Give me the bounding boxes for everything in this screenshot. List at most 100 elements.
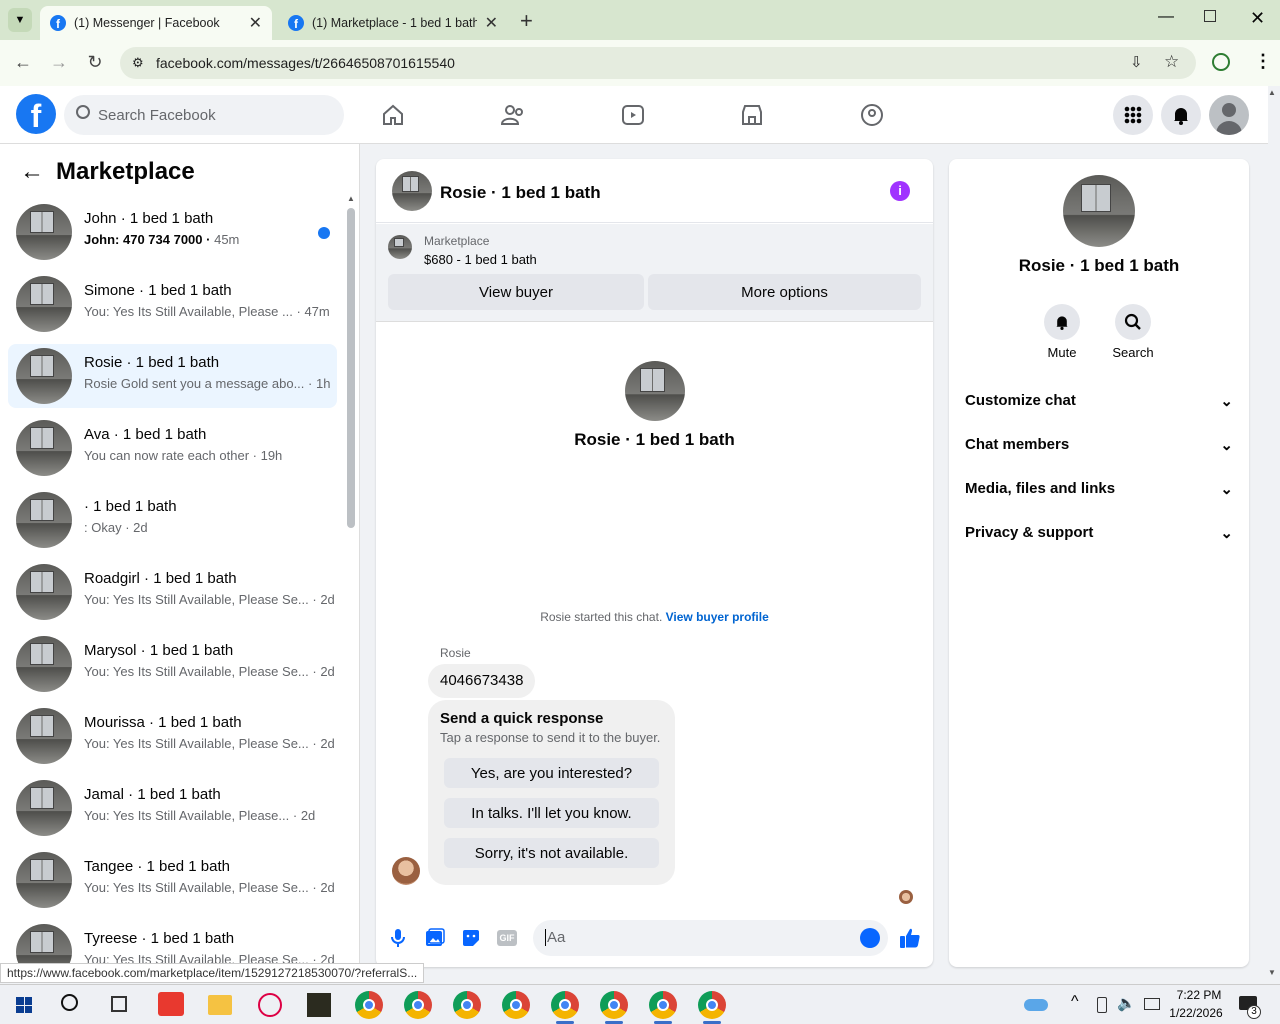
chrome-icon[interactable]: [355, 991, 383, 1019]
photo-icon[interactable]: [425, 928, 445, 953]
menu-grid-icon[interactable]: [1113, 95, 1153, 135]
emoji-icon[interactable]: [860, 928, 880, 948]
clock-date[interactable]: 1/22/2026: [1166, 1006, 1226, 1020]
video-icon[interactable]: [618, 100, 648, 130]
file-explorer-icon[interactable]: [208, 995, 232, 1015]
close-tab-icon[interactable]: ✕: [485, 13, 498, 33]
friends-icon[interactable]: [498, 100, 528, 130]
quick-response-yes-button[interactable]: Yes, are you interested?: [444, 758, 659, 788]
page-scroll-down-icon[interactable]: ▼: [1268, 968, 1276, 977]
menu-kebab-icon[interactable]: ⋮: [1254, 51, 1272, 72]
list-item[interactable]: Tangee · 1 bed 1 bath You: Yes Its Still …: [8, 848, 337, 912]
url-field[interactable]: ⚙ facebook.com/messages/t/26646508701615…: [120, 47, 1196, 79]
show-hidden-icons-chevron-icon[interactable]: ^: [1071, 993, 1079, 1011]
facebook-logo-icon[interactable]: f: [16, 94, 56, 134]
like-thumbs-up-icon[interactable]: [899, 927, 921, 954]
install-app-icon[interactable]: ⇩: [1130, 53, 1143, 71]
search-in-chat-button[interactable]: [1115, 304, 1151, 340]
view-buyer-profile-link[interactable]: View buyer profile: [666, 610, 769, 624]
reload-icon[interactable]: ↻: [84, 52, 106, 73]
marketplace-icon[interactable]: [737, 100, 767, 130]
network-icon[interactable]: [1144, 998, 1160, 1010]
list-item[interactable]: Jamal · 1 bed 1 bath You: Yes Its Still A…: [8, 776, 337, 840]
scrollbar[interactable]: [347, 208, 355, 528]
list-item[interactable]: · 1 bed 1 bath: Okay · 2d: [8, 488, 337, 552]
close-tab-icon[interactable]: ✕: [249, 13, 262, 33]
tab-search-button[interactable]: ▼: [8, 8, 32, 32]
restore-icon[interactable]: [1204, 10, 1216, 22]
chrome-icon[interactable]: [600, 991, 628, 1019]
avatar[interactable]: [625, 361, 685, 421]
bookmark-star-icon[interactable]: ☆: [1164, 52, 1179, 72]
chat-title[interactable]: Rosie · 1 bed 1 bath: [440, 183, 601, 203]
search-input[interactable]: Search Facebook: [64, 95, 344, 135]
more-options-button[interactable]: More options: [648, 274, 921, 310]
conversation-name: Ava · 1 bed 1 bath: [84, 426, 207, 443]
search-icon[interactable]: [61, 994, 78, 1011]
conversation-time: 2d: [133, 520, 148, 535]
listing-thumbnail: [16, 492, 72, 548]
customize-chat-section[interactable]: Customize chat ⌄: [965, 392, 1233, 410]
avatar[interactable]: [1209, 95, 1249, 135]
facebook-favicon-icon: f: [288, 15, 304, 31]
list-item[interactable]: Simone · 1 bed 1 bath You: Yes Its Still …: [8, 272, 337, 336]
site-info-icon[interactable]: ⚙: [132, 55, 144, 71]
task-view-icon[interactable]: [111, 996, 127, 1012]
new-tab-icon[interactable]: +: [520, 8, 533, 34]
chrome-icon[interactable]: [551, 991, 579, 1019]
list-item[interactable]: Ava · 1 bed 1 bath You can now rate each …: [8, 416, 337, 480]
tab-messenger[interactable]: f (1) Messenger | Facebook ✕: [40, 6, 272, 40]
clock-time[interactable]: 7:22 PM: [1172, 988, 1226, 1002]
windows-start-icon[interactable]: [16, 997, 32, 1013]
scroll-up-icon[interactable]: ▲: [347, 194, 355, 203]
sticker-icon[interactable]: [461, 928, 481, 953]
info-icon[interactable]: i: [890, 181, 910, 201]
profile-icon[interactable]: [1212, 53, 1230, 71]
quick-response-talks-button[interactable]: In talks. I'll let you know.: [444, 798, 659, 828]
anydesk-icon[interactable]: [158, 992, 184, 1016]
sender-avatar[interactable]: [392, 857, 420, 885]
mute-button[interactable]: [1044, 304, 1080, 340]
view-buyer-button[interactable]: View buyer: [388, 274, 644, 310]
snippet-text: You: Yes Its Still Available, Please Se.…: [84, 664, 309, 679]
listing-title[interactable]: $680 - 1 bed 1 bath: [424, 252, 537, 267]
quick-response-unavailable-button[interactable]: Sorry, it's not available.: [444, 838, 659, 868]
listing-thumbnail[interactable]: [388, 235, 412, 259]
gif-icon[interactable]: GIF: [497, 930, 517, 946]
close-window-icon[interactable]: ✕: [1250, 8, 1265, 29]
list-item[interactable]: Rosie · 1 bed 1 bath Rosie Gold sent you …: [8, 344, 337, 408]
page-scroll-up-icon[interactable]: ▲: [1268, 88, 1276, 97]
onedrive-cloud-icon[interactable]: [1024, 999, 1048, 1011]
mute-label: Mute: [1047, 345, 1077, 360]
avatar[interactable]: [1063, 175, 1135, 247]
chrome-icon[interactable]: [502, 991, 530, 1019]
chrome-icon[interactable]: [649, 991, 677, 1019]
back-arrow-icon[interactable]: ←: [20, 158, 44, 186]
sticky-notes-icon[interactable]: [307, 993, 331, 1017]
media-files-links-section[interactable]: Media, files and links ⌄: [965, 480, 1233, 498]
home-icon[interactable]: [378, 100, 408, 130]
back-icon[interactable]: ←: [12, 52, 34, 73]
minimize-icon[interactable]: —: [1158, 8, 1174, 26]
list-item[interactable]: Marysol · 1 bed 1 bath You: Yes Its Still…: [8, 632, 337, 696]
message-bubble[interactable]: 4046673438: [428, 664, 536, 698]
chrome-icon[interactable]: [404, 991, 432, 1019]
volume-icon[interactable]: 🔈: [1117, 994, 1136, 1012]
chat-members-section[interactable]: Chat members ⌄: [965, 436, 1233, 454]
message-input[interactable]: Aa: [533, 920, 888, 956]
chrome-icon[interactable]: [453, 991, 481, 1019]
avatar[interactable]: [392, 171, 432, 211]
privacy-support-section[interactable]: Privacy & support ⌄: [965, 524, 1233, 542]
notifications-bell-icon[interactable]: [1161, 95, 1201, 135]
forward-icon[interactable]: →: [48, 52, 70, 73]
list-item[interactable]: Roadgirl · 1 bed 1 bath You: Yes Its Stil…: [8, 560, 337, 624]
snipping-tool-icon[interactable]: [258, 993, 282, 1017]
list-item[interactable]: Tyreese · 1 bed 1 bath You: Yes Its Still…: [8, 920, 337, 964]
list-item[interactable]: Mourissa · 1 bed 1 bath You: Yes Its Stil…: [8, 704, 337, 768]
groups-icon[interactable]: [857, 100, 887, 130]
list-item[interactable]: John · 1 bed 1 bath John: 470 734 7000 · …: [8, 200, 337, 264]
chrome-icon[interactable]: [698, 991, 726, 1019]
microphone-icon[interactable]: [390, 928, 406, 953]
battery-icon[interactable]: [1097, 997, 1107, 1013]
tab-marketplace[interactable]: f (1) Marketplace - 1 bed 1 bath ✕: [278, 6, 508, 40]
